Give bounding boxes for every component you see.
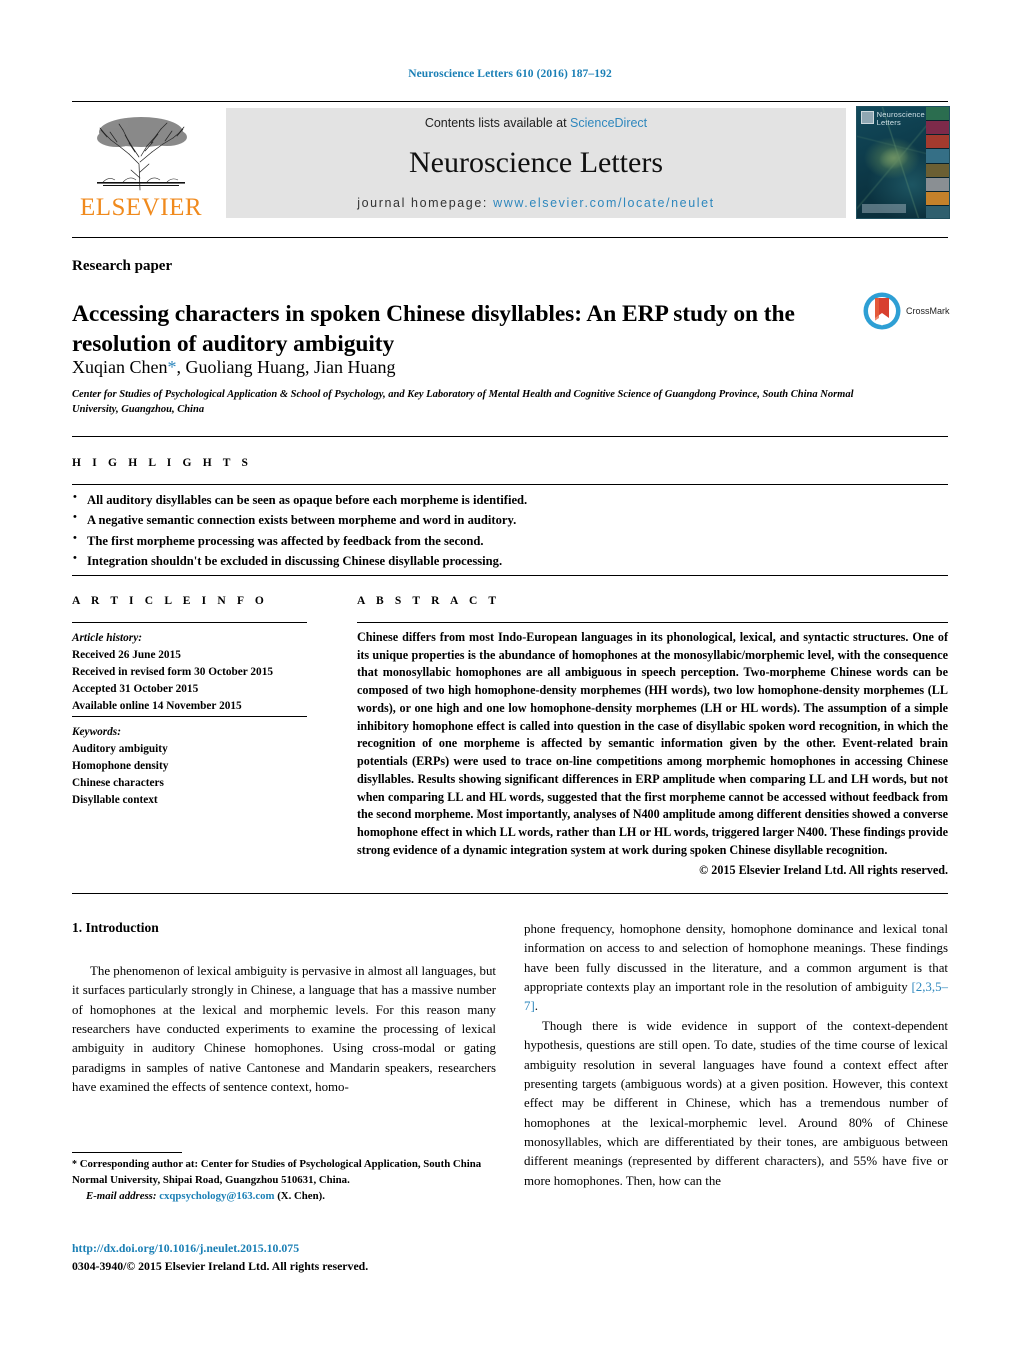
crossmark-icon — [863, 292, 901, 330]
abstract-copyright: © 2015 Elsevier Ireland Ltd. All rights … — [699, 863, 948, 877]
elsevier-tree-icon — [83, 112, 199, 194]
article-info-heading: A R T I C L E I N F O — [72, 595, 268, 607]
sciencedirect-link[interactable]: ScienceDirect — [570, 116, 647, 130]
issn-copyright-line: 0304-3940/© 2015 Elsevier Ireland Ltd. A… — [72, 1258, 369, 1273]
keyword-item: Disyllable context — [72, 793, 158, 806]
highlights-heading: H I G H L I G H T S — [72, 457, 253, 469]
journal-title: Neuroscience Letters — [408, 146, 664, 179]
article-info-rule — [72, 622, 307, 623]
affiliation-rule — [72, 436, 948, 437]
abstract-bottom-rule — [72, 893, 948, 894]
email-link[interactable]: cxqpsychology@163.com — [159, 1190, 274, 1202]
footnote-rule — [72, 1152, 182, 1153]
page-title: Accessing characters in spoken Chinese d… — [72, 300, 795, 357]
list-item: Integration shouldn't be excluded in dis… — [72, 550, 772, 571]
abstract-heading: A B S T R A C T — [357, 595, 501, 607]
highlights-bottom-rule — [72, 575, 948, 576]
journal-homepage-line: journal homepage: www.elsevier.com/locat… — [357, 196, 715, 210]
footnote-text: Corresponding author at: Center for Stud… — [72, 1158, 482, 1186]
section-heading-introduction: 1. Introduction — [72, 920, 159, 935]
author-list: Xuqian Chen*, Guoliang Huang, Jian Huang — [72, 357, 832, 379]
journal-masthead: ELSEVIER Contents lists available at Sci… — [72, 106, 950, 220]
keywords-label: Keywords: — [72, 726, 121, 738]
journal-cover-thumbnail: Neuroscience Letters — [856, 106, 950, 219]
keywords-block: Keywords: Auditory ambiguity Homophone d… — [72, 724, 342, 809]
homepage-prefix: journal homepage: — [357, 196, 494, 210]
cover-cell-gel-icon — [926, 177, 949, 192]
abstract-text: Chinese differs from most Indo-European … — [357, 630, 948, 857]
cover-cell-micrograph-icon — [926, 205, 949, 218]
history-accepted: Accepted 31 October 2015 — [72, 682, 199, 695]
running-head: Neuroscience Letters 610 (2016) 187–192 — [408, 68, 612, 80]
paragraph: phone frequency, homophone density, homo… — [524, 920, 948, 1017]
contents-prefix: Contents lists available at — [424, 116, 571, 130]
article-history-label: Article history: — [72, 632, 142, 644]
doi-link[interactable]: http://dx.doi.org/10.1016/j.neulet.2015.… — [72, 1240, 512, 1258]
article-doctype: Research paper — [72, 258, 173, 274]
article-history: Article history: Received 26 June 2015 R… — [72, 630, 342, 715]
cover-cell-histology-icon — [926, 121, 949, 136]
list-item: The first morpheme processing was affect… — [72, 530, 772, 551]
history-received: Received 26 June 2015 — [72, 648, 181, 661]
paragraph-text: phone frequency, homophone density, homo… — [524, 922, 948, 995]
article-page: Neuroscience Letters 610 (2016) 187–192 — [0, 0, 1020, 1351]
cover-footer-band — [862, 204, 906, 213]
doi-block: http://dx.doi.org/10.1016/j.neulet.2015.… — [72, 1240, 512, 1275]
cover-thumbnail-strip — [926, 107, 949, 218]
highlights-rule — [72, 484, 948, 485]
cover-cell-brain-icon — [926, 107, 949, 122]
cover-cell-pet-icon — [926, 191, 949, 206]
cover-cell-scan-icon — [926, 149, 949, 164]
journal-homepage-link[interactable]: www.elsevier.com/locate/neulet — [493, 196, 715, 210]
history-bottom-rule — [72, 716, 307, 717]
email-suffix: (X. Chen). — [274, 1189, 325, 1202]
paragraph-tail: . — [534, 999, 538, 1014]
keyword-item: Auditory ambiguity — [72, 742, 168, 755]
cover-cell-stain-icon — [926, 135, 949, 150]
keyword-item: Homophone density — [72, 759, 169, 772]
history-online: Available online 14 November 2015 — [72, 699, 242, 712]
email-address-label: E-mail address: — [86, 1189, 157, 1202]
elsevier-wordmark: ELSEVIER — [79, 194, 203, 221]
paragraph: Though there is wide evidence in support… — [524, 1018, 948, 1188]
list-item: All auditory disyllables can be seen as … — [72, 489, 772, 510]
body-column-right: phone frequency, homophone density, homo… — [524, 920, 948, 1191]
list-item: A negative semantic connection exists be… — [72, 509, 772, 530]
author-affiliation: Center for Studies of Psychological Appl… — [72, 389, 854, 415]
abstract-rule — [357, 622, 948, 623]
journal-band: Contents lists available at ScienceDirec… — [226, 108, 846, 218]
author-primary: Xuqian Chen — [72, 357, 168, 377]
keyword-item: Chinese characters — [72, 776, 164, 789]
cover-cell-slices-icon — [926, 163, 949, 178]
crossmark-label: CrossMark — [906, 306, 950, 316]
footnote-corresponding-author: * Corresponding author at: Center for St… — [72, 1157, 512, 1204]
masthead-top-rule — [72, 101, 948, 102]
masthead-bottom-rule — [72, 237, 948, 238]
elsevier-logo: ELSEVIER — [72, 106, 210, 220]
cover-publisher-icon — [861, 111, 874, 124]
highlights-list: All auditory disyllables can be seen as … — [72, 489, 772, 572]
author-others: , Guoliang Huang, Jian Huang — [176, 357, 396, 377]
contents-available-line: Contents lists available at ScienceDirec… — [425, 116, 647, 130]
paragraph: The phenomenon of lexical ambiguity is p… — [72, 964, 496, 1095]
history-revised: Received in revised form 30 October 2015 — [72, 665, 273, 678]
body-column-left: The phenomenon of lexical ambiguity is p… — [72, 962, 496, 1098]
crossmark-badge[interactable]: CrossMark — [862, 288, 958, 334]
